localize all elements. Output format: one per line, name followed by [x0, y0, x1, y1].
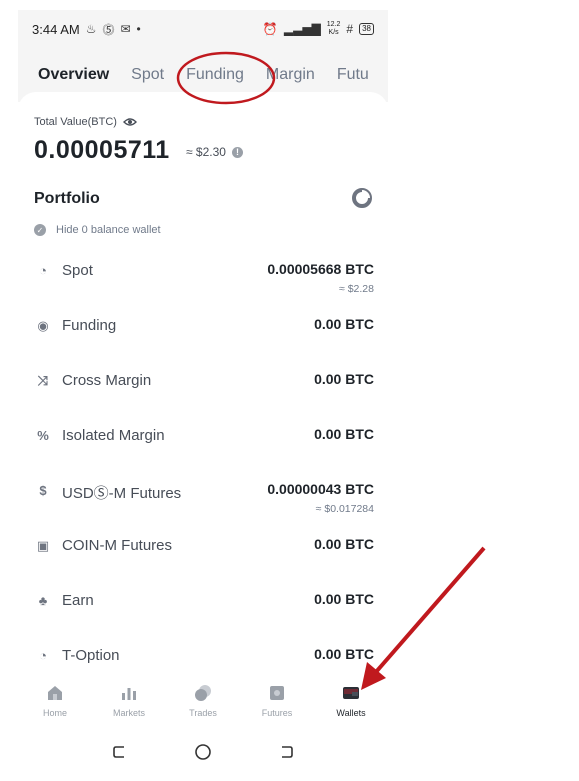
network-speed: 12.2: [326, 21, 341, 28]
wallet-amount: 0.00 BTC: [314, 316, 374, 332]
dot-icon: •: [136, 22, 141, 36]
futures-icon: [270, 686, 284, 700]
eye-icon[interactable]: [122, 117, 137, 127]
wallet-name: COIN-M Futures: [62, 537, 173, 554]
wallet-amount: 0.00 BTC: [314, 371, 374, 387]
isolated-margin-icon: %: [37, 428, 49, 443]
wallet-amount: 0.00005668 BTC: [267, 261, 374, 277]
notification-icon: ♨: [85, 22, 97, 36]
recent-apps-icon[interactable]: [111, 743, 129, 761]
wallet-row-cross-margin[interactable]: ⤨ Cross Margin 0.00 BTC: [18, 367, 388, 417]
bottom-nav: Home Markets Trades Futures Wallets: [18, 682, 388, 734]
wallet-amount: 0.00 BTC: [314, 646, 374, 662]
wallet-name: USDⓈ-M Futures: [62, 485, 182, 502]
tab-spot[interactable]: Spot: [131, 66, 164, 84]
overview-card: Total Value(BTC) 0.00005711 ≈ $2.30 ! Po…: [18, 92, 388, 770]
nav-wallets[interactable]: Wallets: [314, 682, 388, 718]
t-option-icon: ◔: [39, 648, 47, 663]
funding-icon: ◉: [37, 318, 49, 333]
network-speed-unit: K/s: [328, 29, 339, 36]
total-usd-approx: ≈ $2.30: [186, 145, 226, 159]
usdm-futures-icon: $: [39, 483, 47, 498]
total-value: 0.00005711: [34, 136, 170, 164]
wallet-name: Earn: [62, 592, 94, 609]
back-icon[interactable]: [277, 743, 295, 761]
home-icon: [48, 686, 62, 700]
tab-funding[interactable]: Funding: [186, 66, 244, 84]
portfolio-title: Portfolio: [34, 190, 100, 207]
info-icon[interactable]: !: [231, 146, 243, 158]
nav-label: Markets: [112, 708, 145, 718]
wallet-usd: ≈ $2.28: [339, 283, 374, 295]
nav-label: Wallets: [336, 708, 366, 718]
wallet-row-earn[interactable]: ♣ Earn 0.00 BTC: [18, 587, 388, 637]
alarm-icon: ⏰: [262, 22, 278, 36]
home-button-icon[interactable]: [194, 743, 212, 761]
wallet-row-coinm-futures[interactable]: ▣ COIN-M Futures 0.00 BTC: [18, 532, 388, 582]
nav-home[interactable]: Home: [18, 682, 92, 718]
hide-zero-balance-toggle[interactable]: ✓ Hide 0 balance wallet: [34, 224, 161, 236]
nav-label: Futures: [261, 708, 293, 718]
wallets-icon: [343, 687, 359, 699]
markets-icon: [122, 688, 136, 700]
message-icon: ✉: [120, 22, 131, 36]
nav-label: Trades: [189, 708, 217, 718]
wallet-row-isolated-margin[interactable]: % Isolated Margin 0.00 BTC: [18, 422, 388, 472]
wallet-name: T-Option: [62, 647, 120, 664]
wallet-name: Cross Margin: [62, 372, 152, 389]
nav-label: Home: [42, 708, 67, 718]
tab-futures[interactable]: Futu: [337, 66, 369, 84]
wifi-signal-icon: ▂▃▅▇: [283, 22, 321, 36]
tab-margin[interactable]: Margin: [266, 66, 315, 84]
wallet-name: Isolated Margin: [62, 427, 165, 444]
tab-overview[interactable]: Overview: [38, 66, 109, 96]
trades-icon: [195, 685, 211, 701]
phone-screen: 3:44 AM ♨ ⓹ ✉ • ⏰ ▂▃▅▇ 12.2 K/s # 38 Ove…: [18, 10, 388, 770]
earn-icon: ♣: [38, 593, 48, 608]
app-badge-icon: ⓹: [102, 22, 115, 37]
wallet-row-funding[interactable]: ◉ Funding 0.00 BTC: [18, 312, 388, 362]
wallet-amount: 0.00 BTC: [314, 591, 374, 607]
total-value-label: Total Value(BTC): [34, 116, 117, 128]
battery-indicator: 38: [359, 23, 374, 35]
wallet-row-usdm-futures[interactable]: $ USDⓈ-M Futures 0.00000043 BTC ≈ $0.017…: [18, 477, 388, 527]
wallet-usd: ≈ $0.017284: [315, 503, 374, 515]
nav-futures[interactable]: Futures: [240, 682, 314, 718]
status-time: 3:44 AM: [32, 21, 80, 37]
wallet-amount: 0.00000043 BTC: [267, 481, 374, 497]
pie-chart-icon[interactable]: [352, 188, 372, 208]
wallet-amount: 0.00 BTC: [314, 536, 374, 552]
wallet-row-spot[interactable]: ◔ Spot 0.00005668 BTC ≈ $2.28: [18, 257, 388, 307]
nav-markets[interactable]: Markets: [92, 682, 166, 718]
check-icon: ✓: [34, 224, 46, 236]
coinm-futures-icon: ▣: [36, 538, 50, 553]
wallet-amount: 0.00 BTC: [314, 426, 374, 442]
cross-margin-icon: ⤨: [37, 373, 49, 388]
system-navigation-bar: [18, 734, 388, 770]
hash-icon: #: [346, 22, 354, 36]
spot-icon: ◔: [39, 263, 47, 278]
nav-trades[interactable]: Trades: [166, 682, 240, 718]
wallet-name: Spot: [62, 262, 93, 279]
wallet-name: Funding: [62, 317, 117, 334]
hide-zero-label: Hide 0 balance wallet: [56, 224, 161, 236]
status-bar: 3:44 AM ♨ ⓹ ✉ • ⏰ ▂▃▅▇ 12.2 K/s # 38: [18, 10, 388, 48]
wallets-pointer-arrow-shaft: [374, 546, 486, 674]
